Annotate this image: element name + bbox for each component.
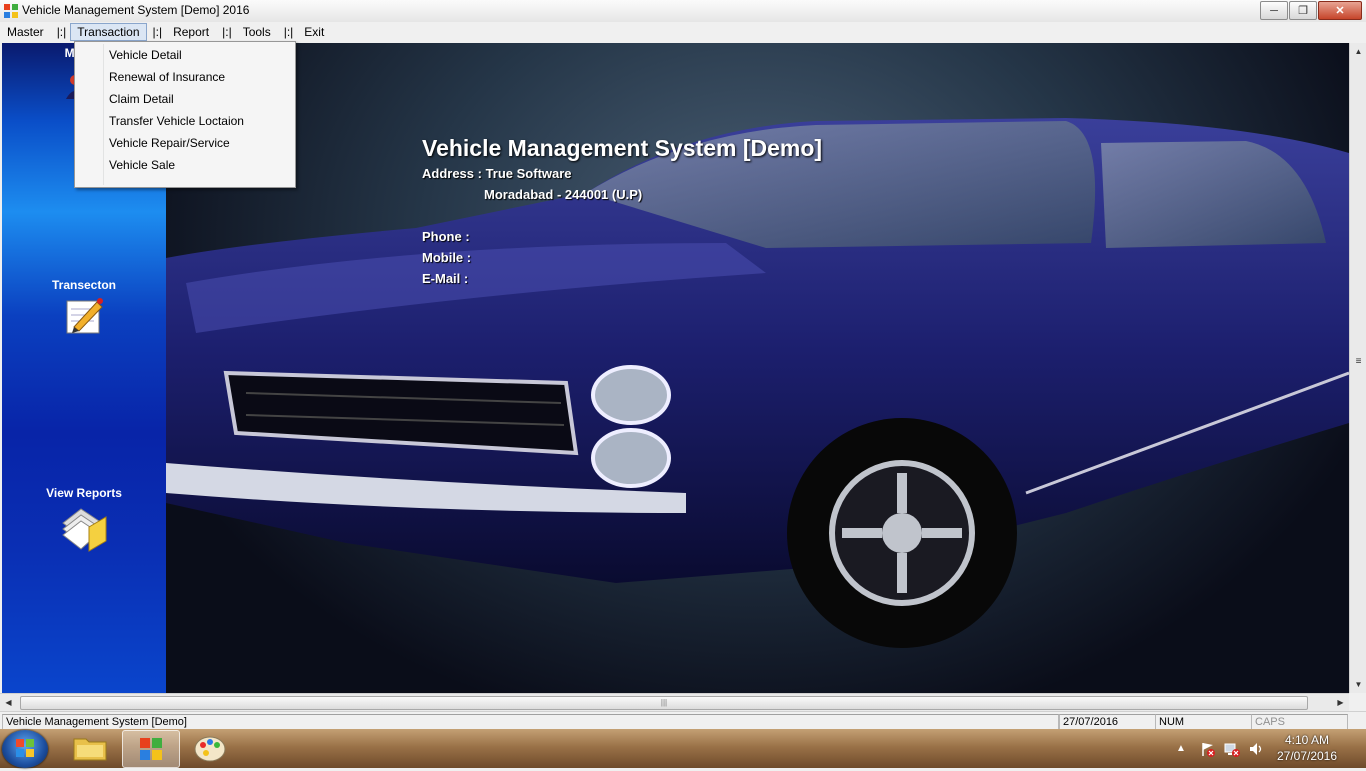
main-background: Vehicle Management System [Demo] Address… bbox=[166, 43, 1349, 693]
title-bar: Vehicle Management System [Demo] 2016 ─ … bbox=[0, 0, 1366, 23]
menu-item-label: Vehicle Detail bbox=[109, 48, 182, 62]
menu-separator: |:| bbox=[222, 24, 232, 39]
status-caps: CAPS bbox=[1251, 714, 1348, 730]
menu-item-vehicle-repair-service[interactable]: Vehicle Repair/Service bbox=[77, 132, 293, 154]
sidebar-item-transaction[interactable]: Transecton bbox=[2, 278, 166, 338]
transaction-dropdown-menu: Vehicle Detail Renewal of Insurance Clai… bbox=[74, 41, 296, 188]
horizontal-scrollbar[interactable]: ◀ ||| ▶ bbox=[0, 693, 1349, 711]
taskbar-paint-button[interactable] bbox=[182, 730, 238, 766]
menu-exit[interactable]: Exit bbox=[297, 23, 331, 41]
menu-master[interactable]: Master bbox=[0, 23, 51, 41]
status-date: 27/07/2016 bbox=[1059, 714, 1156, 730]
menu-bar: Master |:| Transaction |:| Report |:| To… bbox=[0, 22, 1366, 41]
menu-item-label: Claim Detail bbox=[109, 92, 174, 106]
menu-item-label: Renewal of Insurance bbox=[109, 70, 226, 84]
close-icon: ✕ bbox=[1335, 5, 1345, 17]
minimize-icon: ─ bbox=[1270, 4, 1278, 17]
start-orb-icon bbox=[16, 739, 34, 757]
sidebar-item-view-reports[interactable]: View Reports bbox=[2, 486, 166, 556]
start-button[interactable] bbox=[2, 730, 48, 768]
scroll-up-icon[interactable]: ▲ bbox=[1350, 43, 1366, 60]
scroll-grip-icon: ≡ bbox=[1355, 356, 1362, 367]
sidebar-item-label: Transecton bbox=[51, 278, 117, 292]
pencil-notepad-icon bbox=[66, 298, 103, 334]
menu-item-label: Vehicle Sale bbox=[109, 158, 176, 172]
menu-separator: |:| bbox=[56, 24, 67, 39]
status-app-name: Vehicle Management System [Demo] bbox=[2, 714, 1059, 730]
paint-icon bbox=[194, 736, 226, 762]
menu-item-vehicle-detail[interactable]: Vehicle Detail bbox=[77, 44, 293, 66]
action-center-flag-icon[interactable] bbox=[1200, 741, 1216, 757]
taskbar: ▲ 4:10 AM 27/07/2016 bbox=[0, 729, 1366, 768]
address-line-2: Moradabad - 244001 (U.P) bbox=[484, 187, 643, 202]
window-title: Vehicle Management System [Demo] 2016 bbox=[22, 3, 250, 17]
maximize-button[interactable]: ❐ bbox=[1289, 1, 1317, 20]
menu-item-renewal-of-insurance[interactable]: Renewal of Insurance bbox=[77, 66, 293, 88]
menu-item-claim-detail[interactable]: Claim Detail bbox=[77, 88, 293, 110]
explorer-icon bbox=[73, 738, 107, 761]
window-controls: ─ ❐ ✕ bbox=[1259, 1, 1362, 20]
taskbar-app-button[interactable] bbox=[122, 730, 180, 768]
phone-line: Phone : bbox=[422, 229, 470, 244]
reports-folder-icon bbox=[62, 508, 107, 552]
clock-date: 27/07/2016 bbox=[1276, 749, 1338, 763]
sidebar-item-label: View Reports bbox=[46, 486, 122, 500]
menu-tools[interactable]: Tools bbox=[236, 23, 278, 41]
menu-separator: |:| bbox=[152, 24, 163, 39]
show-hidden-icons-icon[interactable]: ▲ bbox=[1176, 741, 1192, 757]
menu-separator: |:| bbox=[283, 24, 294, 39]
network-icon[interactable] bbox=[1224, 741, 1240, 757]
taskbar-explorer-button[interactable] bbox=[62, 730, 118, 766]
restore-icon: ❐ bbox=[1298, 5, 1308, 17]
menu-report[interactable]: Report bbox=[166, 23, 216, 41]
scroll-thumb[interactable]: ||| bbox=[20, 696, 1308, 710]
status-bar: Vehicle Management System [Demo] 27/07/2… bbox=[0, 711, 1366, 730]
menu-item-transfer-vehicle-location[interactable]: Transfer Vehicle Loctaion bbox=[77, 110, 293, 132]
scroll-right-icon[interactable]: ▶ bbox=[1332, 694, 1349, 711]
app-icon bbox=[140, 738, 162, 760]
company-title: Vehicle Management System [Demo] bbox=[422, 135, 823, 161]
menu-transaction[interactable]: Transaction bbox=[70, 22, 147, 41]
menu-item-vehicle-sale[interactable]: Vehicle Sale bbox=[77, 154, 293, 176]
status-num: NUM bbox=[1155, 714, 1252, 730]
address-line-1: Address : True Software bbox=[422, 166, 572, 181]
company-info: Vehicle Management System [Demo] Address… bbox=[422, 135, 822, 292]
menu-item-label: Transfer Vehicle Loctaion bbox=[109, 114, 244, 128]
app-icon[interactable] bbox=[3, 3, 19, 19]
vertical-scrollbar[interactable]: ▲ ≡ ▼ bbox=[1349, 43, 1366, 693]
clock-time: 4:10 AM bbox=[1284, 733, 1330, 747]
taskbar-clock[interactable]: 4:10 AM 27/07/2016 bbox=[1262, 732, 1352, 764]
email-line: E-Mail : bbox=[422, 271, 469, 286]
menu-item-label: Vehicle Repair/Service bbox=[109, 136, 230, 150]
mobile-line: Mobile : bbox=[422, 250, 472, 265]
close-button[interactable]: ✕ bbox=[1318, 1, 1362, 20]
minimize-button[interactable]: ─ bbox=[1260, 1, 1288, 20]
scroll-left-icon[interactable]: ◀ bbox=[0, 694, 17, 711]
scroll-down-icon[interactable]: ▼ bbox=[1350, 676, 1366, 693]
